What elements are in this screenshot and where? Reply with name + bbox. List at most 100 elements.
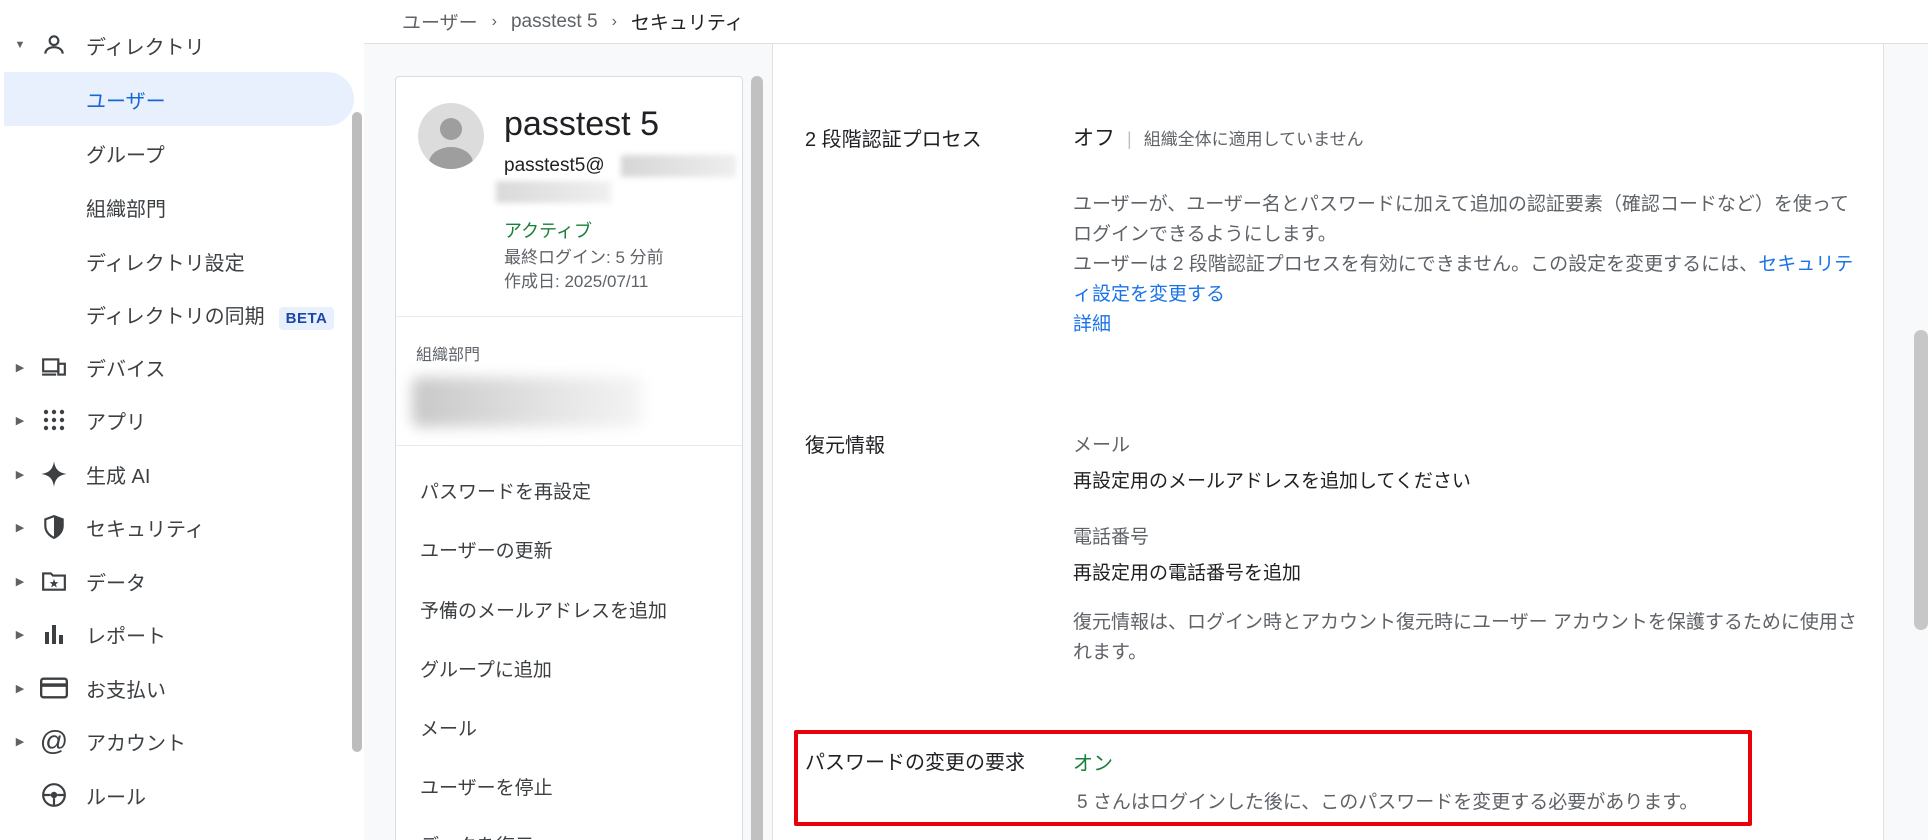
- password-change-label: パスワードの変更の要求: [805, 752, 1025, 774]
- sidebar-item-label: 生成 AI: [86, 465, 151, 488]
- sidebar-item-label: レポート: [86, 625, 166, 648]
- sidebar-item-label: デバイス: [86, 358, 166, 381]
- user-email: passtest5@: [504, 155, 605, 176]
- at-sign-icon: @: [39, 725, 69, 756]
- divider: [396, 445, 742, 446]
- breadcrumb-users-link[interactable]: ユーザー: [402, 8, 478, 35]
- sidebar-item-label: ディレクトリ設定: [86, 252, 245, 275]
- two-step-note: 組織全体に適用していません: [1143, 130, 1364, 149]
- user-name: passtest 5: [504, 105, 659, 143]
- password-change-status[interactable]: オン: [1073, 747, 1113, 776]
- breadcrumb-user-link[interactable]: passtest 5: [511, 11, 598, 33]
- two-step-label: 2 段階認証プロセス: [805, 129, 982, 151]
- password-change-description: 5 さんはログインした後に、このパスワードを変更する必要があります。: [1077, 792, 1699, 813]
- shield-icon: [40, 513, 68, 541]
- created-date: 作成日: 2025/07/11: [504, 272, 649, 291]
- avatar: [418, 103, 484, 169]
- two-step-status: オフ: [1073, 127, 1115, 150]
- sidebar-item-data[interactable]: ▶ データ: [0, 554, 350, 608]
- two-step-status-row: オフ | 組織全体に適用していません: [1073, 122, 1364, 152]
- rules-icon: [40, 781, 68, 809]
- sidebar-item-label: セキュリティ: [86, 518, 205, 541]
- apps-grid-icon: [40, 406, 68, 434]
- credit-card-icon: [40, 674, 68, 702]
- two-step-desc1: ユーザーが、ユーザー名とパスワードに加えて追加の認証要素（確認コードなど）を使っ…: [1073, 194, 1849, 245]
- chevron-right-icon: ›: [491, 12, 497, 30]
- person-icon: [40, 31, 68, 59]
- main-scrollbar[interactable]: [1914, 330, 1928, 630]
- sidebar-item-org-units[interactable]: 組織部門: [0, 180, 350, 234]
- recovery-email-value[interactable]: 再設定用のメールアドレスを追加してください: [1073, 466, 1471, 493]
- sidebar-item-label: ディレクトリの同期 BETA: [86, 300, 335, 330]
- separator: |: [1127, 129, 1132, 149]
- user-status: アクティブ: [504, 221, 593, 241]
- sidebar-item-groups[interactable]: グループ: [0, 126, 350, 180]
- restore-data-action[interactable]: データを復元: [420, 831, 534, 840]
- recovery-label: 復元情報: [805, 435, 885, 457]
- breadcrumb: ユーザー › passtest 5 › セキュリティ: [364, 0, 1928, 44]
- recovery-phone-label: 電話番号: [1073, 527, 1150, 548]
- folder-star-icon: [40, 567, 68, 595]
- org-unit-label: 組織部門: [416, 347, 481, 364]
- redacted-email-line2: [496, 181, 611, 203]
- user-card: passtest 5 passtest5@ アクティブ 最終ログイン: 5 分前…: [395, 76, 743, 840]
- sidebar-item-label: グループ: [86, 144, 165, 167]
- sidebar-item-billing[interactable]: ▶ お支払い: [0, 661, 350, 715]
- sidebar-item-reports[interactable]: ▶ レポート: [0, 607, 350, 661]
- sidebar-item-text: ディレクトリの同期: [86, 306, 265, 328]
- mail-action[interactable]: メール: [420, 714, 477, 741]
- expand-right-icon: ▶: [15, 628, 25, 641]
- sidebar-item-account[interactable]: ▶ @ アカウント: [0, 714, 350, 768]
- sidebar-item-label: ルール: [86, 786, 146, 809]
- divider: [396, 316, 742, 317]
- add-alt-email-action[interactable]: 予備のメールアドレスを追加: [420, 596, 667, 623]
- two-step-description: ユーザーが、ユーザー名とパスワードに加えて追加の認証要素（確認コードなど）を使っ…: [1073, 190, 1863, 340]
- sidebar-item-security[interactable]: ▶ セキュリティ: [0, 500, 350, 554]
- update-user-action[interactable]: ユーザーの更新: [420, 536, 553, 563]
- sidebar-item-gen-ai[interactable]: ▶ 生成 AI: [0, 447, 350, 501]
- two-step-desc2-line: ユーザーは 2 段階認証プロセスを有効にできません。この設定を変更するには、セキ…: [1073, 250, 1863, 310]
- details-link[interactable]: 詳細: [1073, 314, 1111, 335]
- sidebar-item-label: アプリ: [86, 411, 146, 434]
- devices-icon: [40, 353, 68, 381]
- sidebar-item-label: ディレクトリ: [86, 36, 205, 59]
- expand-right-icon: ▶: [15, 414, 25, 427]
- expand-right-icon: ▶: [15, 682, 25, 695]
- reset-password-action[interactable]: パスワードを再設定: [420, 477, 591, 504]
- security-detail-panel: 2 段階認証プロセス オフ | 組織全体に適用していません ユーザーが、ユーザー名と…: [772, 44, 1884, 840]
- expand-right-icon: ▶: [15, 361, 25, 374]
- sidebar: ▼ ディレクトリ ユーザー グループ 組織部門 ディレクトリ設定 ディレクトリの…: [0, 0, 364, 840]
- expand-right-icon: ▶: [15, 575, 25, 588]
- recovery-phone-value[interactable]: 再設定用の電話番号を追加: [1073, 558, 1301, 585]
- sidebar-item-directory-settings[interactable]: ディレクトリ設定: [0, 234, 350, 288]
- sidebar-item-apps[interactable]: ▶ アプリ: [0, 393, 350, 447]
- sidebar-item-label: ユーザー: [86, 90, 166, 113]
- redacted-org-unit: [412, 377, 642, 427]
- chevron-right-icon: ›: [611, 12, 617, 30]
- add-to-group-action[interactable]: グループに追加: [420, 655, 552, 682]
- recovery-email-label: メール: [1073, 435, 1131, 456]
- two-step-desc2: ユーザーは 2 段階認証プロセスを有効にできません。この設定を変更するには、: [1073, 254, 1759, 275]
- sidebar-item-label: アカウント: [86, 732, 186, 755]
- sidebar-item-label: 組織部門: [86, 198, 166, 221]
- expand-right-icon: ▶: [15, 521, 25, 534]
- expand-right-icon: ▶: [15, 735, 25, 748]
- sidebar-item-label: お支払い: [86, 679, 166, 702]
- sidebar-item-users[interactable]: ユーザー: [4, 72, 354, 126]
- recovery-description: 復元情報は、ログイン時とアカウント復元時にユーザー アカウントを保護するために使…: [1073, 612, 1857, 663]
- suspend-user-action[interactable]: ユーザーを停止: [420, 773, 553, 800]
- bar-chart-icon: [40, 620, 68, 648]
- expand-right-icon: ▶: [15, 468, 25, 481]
- sidebar-item-directory[interactable]: ▼ ディレクトリ: [0, 18, 350, 72]
- beta-badge: BETA: [278, 307, 335, 330]
- sidebar-item-rules[interactable]: ルール: [0, 768, 350, 822]
- redacted-email: [621, 155, 736, 177]
- last-login: 最終ログイン: 5 分前: [504, 248, 664, 267]
- card-scrollbar[interactable]: [751, 76, 763, 840]
- sidebar-item-directory-sync[interactable]: ディレクトリの同期 BETA: [0, 288, 350, 342]
- sidebar-item-label: データ: [86, 572, 146, 595]
- sidebar-item-devices[interactable]: ▶ デバイス: [0, 340, 350, 394]
- expand-down-icon: ▼: [14, 39, 26, 51]
- sidebar-scrollbar[interactable]: [352, 112, 362, 752]
- sparkle-icon: [40, 460, 68, 488]
